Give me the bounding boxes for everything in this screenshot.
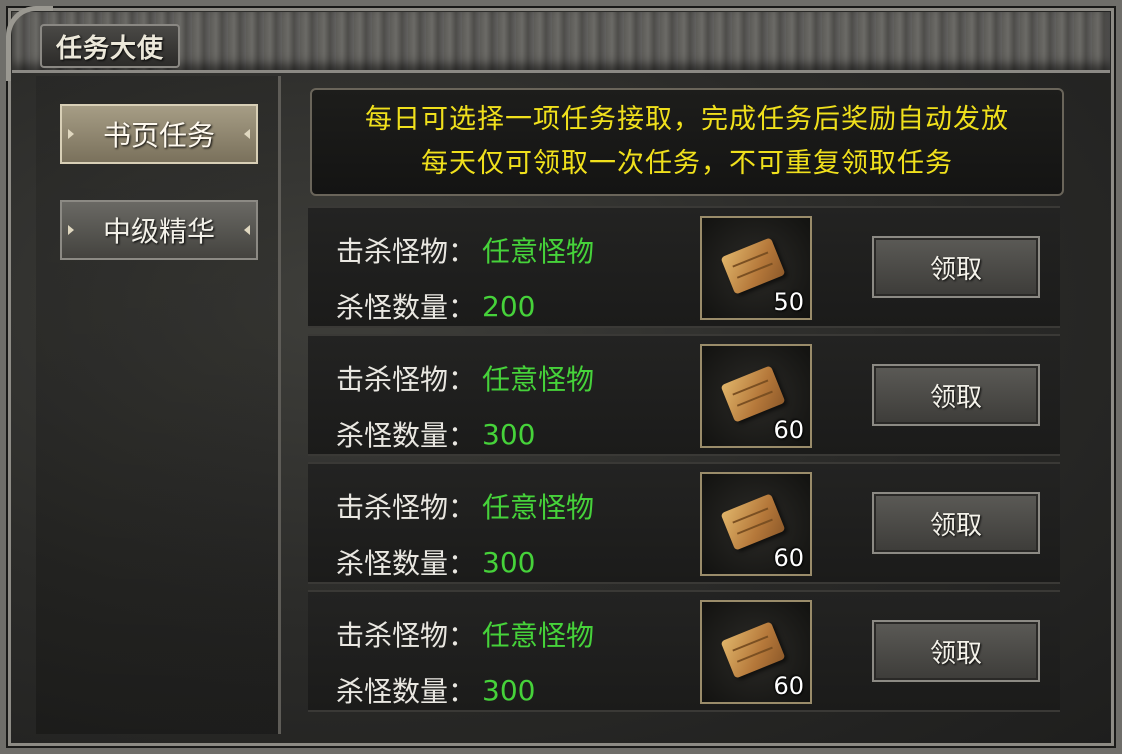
arrow-right-icon	[244, 225, 250, 235]
monster-value: 任意怪物	[482, 235, 595, 268]
arrow-right-icon	[244, 129, 250, 139]
reward-item-slot[interactable]: 60	[700, 472, 812, 576]
monster-value: 任意怪物	[482, 491, 595, 524]
arrow-left-icon	[68, 225, 74, 235]
reward-item-slot[interactable]: 60	[700, 600, 812, 704]
claim-button[interactable]: 领取	[872, 620, 1040, 682]
reward-count: 60	[773, 672, 804, 700]
reward-count: 60	[773, 544, 804, 572]
task-row: 击杀怪物： 任意怪物 杀怪数量： 300 60 领取	[308, 590, 1060, 712]
count-label: 杀怪数量：	[336, 675, 477, 708]
tab-book-page-quest[interactable]: 书页任务	[60, 104, 258, 164]
tab-intermediate-essence[interactable]: 中级精华	[60, 200, 258, 260]
notice-line-1: 每日可选择一项任务接取，完成任务后奖励自动发放	[365, 104, 1009, 135]
tab-label: 书页任务	[102, 119, 215, 152]
task-info: 击杀怪物： 任意怪物 杀怪数量： 200	[336, 222, 594, 334]
task-monster-line: 击杀怪物： 任意怪物	[336, 350, 594, 406]
monster-label: 击杀怪物：	[336, 363, 477, 396]
task-count-line: 杀怪数量： 300	[336, 662, 594, 718]
reward-count: 60	[773, 416, 804, 444]
task-count-line: 杀怪数量： 300	[336, 534, 594, 590]
count-value: 300	[482, 417, 536, 451]
arrow-left-icon	[68, 129, 74, 139]
count-label: 杀怪数量：	[336, 547, 477, 580]
claim-button[interactable]: 领取	[872, 492, 1040, 554]
count-label: 杀怪数量：	[336, 291, 477, 324]
task-info: 击杀怪物： 任意怪物 杀怪数量： 300	[336, 478, 594, 590]
corner-ornament	[6, 6, 53, 81]
task-info: 击杀怪物： 任意怪物 杀怪数量： 300	[336, 606, 594, 718]
scroll-icon	[720, 493, 786, 551]
quest-window: 任务大使 书页任务 中级精华 每日可选择一项任务接取，完成任务后奖励自动发放 每…	[0, 0, 1122, 754]
count-value: 300	[482, 545, 536, 579]
monster-label: 击杀怪物：	[336, 491, 477, 524]
task-count-line: 杀怪数量： 300	[336, 406, 594, 462]
count-label: 杀怪数量：	[336, 419, 477, 452]
claim-button[interactable]: 领取	[872, 236, 1040, 298]
monster-value: 任意怪物	[482, 363, 595, 396]
task-monster-line: 击杀怪物： 任意怪物	[336, 478, 594, 534]
task-row: 击杀怪物： 任意怪物 杀怪数量： 300 60 领取	[308, 462, 1060, 584]
title-plate: 任务大使	[40, 24, 181, 68]
notice-panel: 每日可选择一项任务接取，完成任务后奖励自动发放 每天仅可领取一次任务，不可重复领…	[310, 88, 1064, 196]
scroll-icon	[720, 365, 786, 423]
task-monster-line: 击杀怪物： 任意怪物	[336, 222, 594, 278]
reward-item-slot[interactable]: 60	[700, 344, 812, 448]
task-row: 击杀怪物： 任意怪物 杀怪数量： 300 60 领取	[308, 334, 1060, 456]
task-row: 击杀怪物： 任意怪物 杀怪数量： 200 50 领取	[308, 206, 1060, 328]
scroll-icon	[720, 237, 786, 295]
task-count-line: 杀怪数量： 200	[336, 278, 594, 334]
tab-label: 中级精华	[102, 215, 215, 248]
task-monster-line: 击杀怪物： 任意怪物	[336, 606, 594, 662]
reward-item-slot[interactable]: 50	[700, 216, 812, 320]
tab-sidebar: 书页任务 中级精华	[36, 76, 281, 734]
reward-count: 50	[773, 288, 804, 316]
count-value: 300	[482, 673, 536, 707]
monster-value: 任意怪物	[482, 619, 595, 652]
claim-button[interactable]: 领取	[872, 364, 1040, 426]
task-info: 击杀怪物： 任意怪物 杀怪数量： 300	[336, 350, 594, 462]
monster-label: 击杀怪物：	[336, 619, 477, 652]
notice-line-2: 每天仅可领取一次任务，不可重复领取任务	[421, 148, 953, 179]
count-value: 200	[482, 289, 536, 323]
title-bar[interactable]: 任务大使	[12, 12, 1110, 73]
window-title: 任务大使	[56, 33, 165, 64]
monster-label: 击杀怪物：	[336, 235, 477, 268]
scroll-icon	[720, 621, 786, 679]
